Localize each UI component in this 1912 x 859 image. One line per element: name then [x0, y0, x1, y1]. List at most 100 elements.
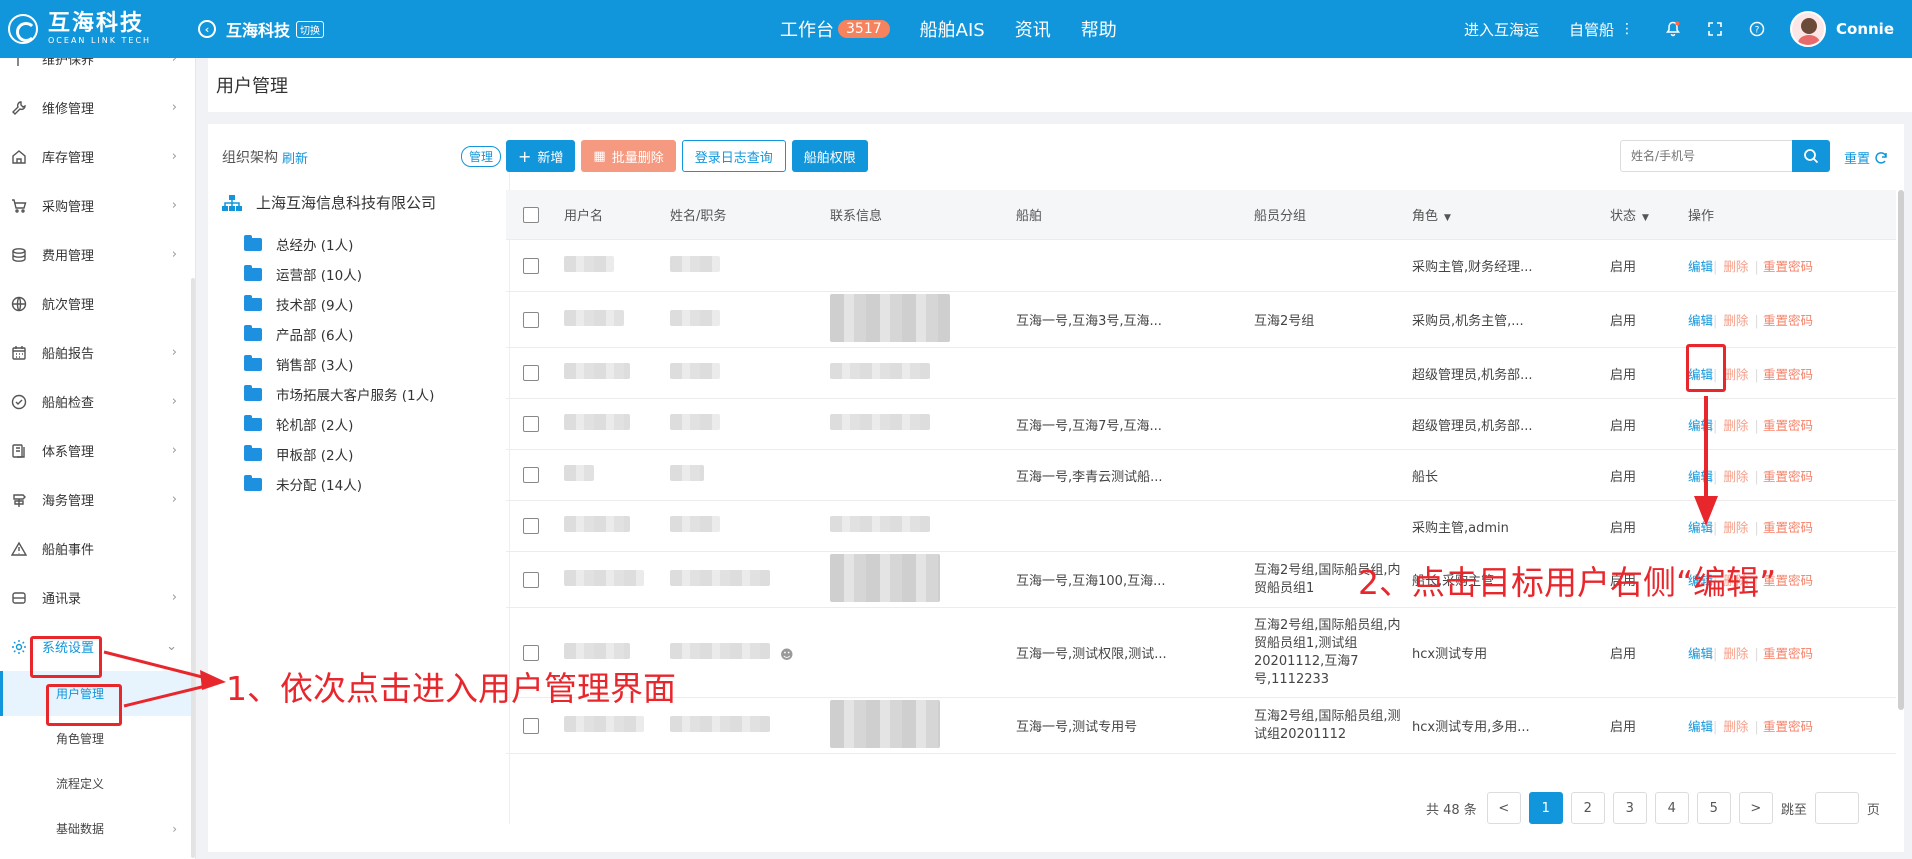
nav-help[interactable]: 帮助: [1081, 16, 1117, 42]
back-icon[interactable]: ‹: [198, 20, 216, 38]
delete-link[interactable]: 删除: [1723, 469, 1748, 484]
reset-password-link[interactable]: 重置密码: [1763, 520, 1813, 535]
sidebar-item-inventory[interactable]: 库存管理 ›: [0, 132, 195, 181]
company-switcher[interactable]: ‹ 互海科技 切换: [198, 17, 325, 41]
table-scrollbar[interactable]: [1898, 190, 1904, 710]
row-checkbox[interactable]: [523, 416, 539, 432]
reset-password-link[interactable]: 重置密码: [1763, 646, 1813, 661]
reset-password-link[interactable]: 重置密码: [1763, 418, 1813, 433]
delete-link[interactable]: 删除: [1723, 418, 1748, 433]
row-checkbox[interactable]: [523, 571, 539, 588]
reset-password-link[interactable]: 重置密码: [1763, 313, 1813, 328]
edit-link[interactable]: 编辑: [1688, 520, 1713, 535]
prev-page-button[interactable]: <: [1486, 792, 1521, 824]
org-manage-button[interactable]: 管理: [460, 146, 501, 167]
row-checkbox[interactable]: [523, 311, 539, 328]
select-all-checkbox[interactable]: [523, 206, 539, 223]
sidebar-item-ship-event[interactable]: 船舶事件: [0, 524, 195, 573]
page-button-5[interactable]: 5: [1696, 792, 1731, 824]
delete-link[interactable]: 删除: [1723, 313, 1748, 328]
table-row: 超级管理员,机务部... 启用 编辑| 删除 | 重置密码: [506, 348, 1896, 399]
sidebar-item-purchase[interactable]: 采购管理 ›: [0, 181, 195, 230]
sidebar-subitem-process-definition[interactable]: 流程定义: [0, 761, 195, 806]
edit-link[interactable]: 编辑: [1688, 418, 1713, 433]
page-button-2[interactable]: 2: [1570, 792, 1605, 824]
username[interactable]: Connie: [1836, 20, 1894, 38]
nav-ship-ais[interactable]: 船舶AIS: [920, 16, 985, 42]
row-checkbox[interactable]: [523, 518, 539, 534]
org-node[interactable]: 技术部 (9人): [244, 289, 509, 319]
org-node[interactable]: 产品部 (6人): [244, 319, 509, 349]
org-node[interactable]: 未分配 (14人): [244, 469, 509, 499]
jump-page-input[interactable]: [1814, 792, 1859, 824]
search-button[interactable]: [1792, 140, 1830, 172]
row-checkbox[interactable]: [523, 257, 539, 274]
sidebar-subitem-user-management[interactable]: 用户管理: [0, 671, 195, 716]
switch-company-tag[interactable]: 切换: [296, 20, 325, 38]
sidebar-subitem-basic-data[interactable]: 基础数据 ›: [0, 806, 195, 851]
avatar[interactable]: [1790, 11, 1826, 47]
org-refresh-link[interactable]: 刷新: [282, 148, 308, 167]
delete-link[interactable]: 删除: [1723, 719, 1748, 734]
org-node[interactable]: 销售部 (3人): [244, 349, 509, 379]
edit-link[interactable]: 编辑: [1688, 367, 1713, 382]
help-icon[interactable]: ?: [1748, 20, 1766, 38]
sidebar-subitem-role-management[interactable]: 角色管理: [0, 716, 195, 761]
org-node[interactable]: 市场拓展大客户服务 (1人): [244, 379, 509, 409]
add-user-button[interactable]: + 新增: [506, 140, 576, 172]
org-node[interactable]: 运营部 (10人): [244, 259, 509, 289]
fullscreen-icon[interactable]: [1706, 20, 1724, 38]
edit-link[interactable]: 编辑: [1688, 259, 1713, 274]
nav-news[interactable]: 资讯: [1015, 16, 1051, 42]
sidebar-item-system-settings[interactable]: 系统设置 ⌄: [0, 622, 195, 671]
enter-hhy-link[interactable]: 进入互海运: [1464, 19, 1539, 40]
sidebar-item-ship-inspection[interactable]: 船舶检查 ›: [0, 377, 195, 426]
edit-link[interactable]: 编辑: [1688, 646, 1713, 661]
ship-permission-button[interactable]: 船舶权限: [791, 140, 868, 172]
delete-link[interactable]: 删除: [1723, 259, 1748, 274]
sidebar-item-contacts[interactable]: 通讯录 ›: [0, 573, 195, 622]
row-checkbox[interactable]: [523, 717, 539, 734]
row-checkbox[interactable]: [523, 644, 539, 661]
sidebar-item-repair[interactable]: 维修管理 ›: [0, 83, 195, 132]
edit-link[interactable]: 编辑: [1688, 469, 1713, 484]
reset-link[interactable]: 重置: [1844, 148, 1888, 167]
nav-workbench[interactable]: 工作台 3517: [780, 16, 890, 42]
delete-link[interactable]: 删除: [1723, 367, 1748, 382]
batch-delete-button[interactable]: ▦ 批量删除: [581, 140, 676, 172]
row-checkbox[interactable]: [523, 365, 539, 381]
sidebar-item-expense[interactable]: 费用管理 ›: [0, 230, 195, 279]
page-button-4[interactable]: 4: [1654, 792, 1689, 824]
org-root-node[interactable]: 上海互海信息科技有限公司: [222, 192, 509, 213]
org-node-label: 运营部 (10人): [276, 268, 363, 284]
role-cell: 超级管理员,机务部...: [1412, 418, 1533, 434]
page-button-1[interactable]: 1: [1528, 792, 1563, 824]
self-managed-ship-menu[interactable]: 自管船 ⋮: [1569, 19, 1634, 40]
brand[interactable]: 互海科技 OCEAN LINK TECH: [0, 13, 190, 45]
edit-link[interactable]: 编辑: [1688, 719, 1713, 734]
reset-password-link[interactable]: 重置密码: [1763, 367, 1813, 382]
row-checkbox[interactable]: [523, 467, 539, 483]
header-status[interactable]: 状态 ▼: [1602, 205, 1680, 224]
header-role[interactable]: 角色 ▼: [1404, 205, 1602, 224]
org-node[interactable]: 甲板部 (2人): [244, 439, 509, 469]
sidebar-item-voyage[interactable]: 航次管理: [0, 279, 195, 328]
sidebar-scrollbar[interactable]: [191, 278, 195, 858]
reset-password-link[interactable]: 重置密码: [1763, 259, 1813, 274]
delete-link[interactable]: 删除: [1723, 646, 1748, 661]
org-node[interactable]: 轮机部 (2人): [244, 409, 509, 439]
delete-link[interactable]: 删除: [1723, 520, 1748, 535]
sidebar-item-maintenance[interactable]: 维护保养 ›: [0, 58, 195, 83]
edit-link[interactable]: 编辑: [1688, 313, 1713, 328]
page-button-3[interactable]: 3: [1612, 792, 1647, 824]
bell-icon[interactable]: [1664, 20, 1682, 38]
org-node[interactable]: 总经办 (1人): [244, 229, 509, 259]
reset-password-link[interactable]: 重置密码: [1763, 469, 1813, 484]
reset-password-link[interactable]: 重置密码: [1763, 719, 1813, 734]
search-input[interactable]: [1620, 140, 1792, 172]
sidebar-item-system-management[interactable]: 体系管理 ›: [0, 426, 195, 475]
login-log-button[interactable]: 登录日志查询: [681, 140, 786, 172]
sidebar-item-maritime[interactable]: 海务管理 ›: [0, 475, 195, 524]
sidebar-item-ship-report[interactable]: 船舶报告 ›: [0, 328, 195, 377]
next-page-button[interactable]: >: [1738, 792, 1773, 824]
